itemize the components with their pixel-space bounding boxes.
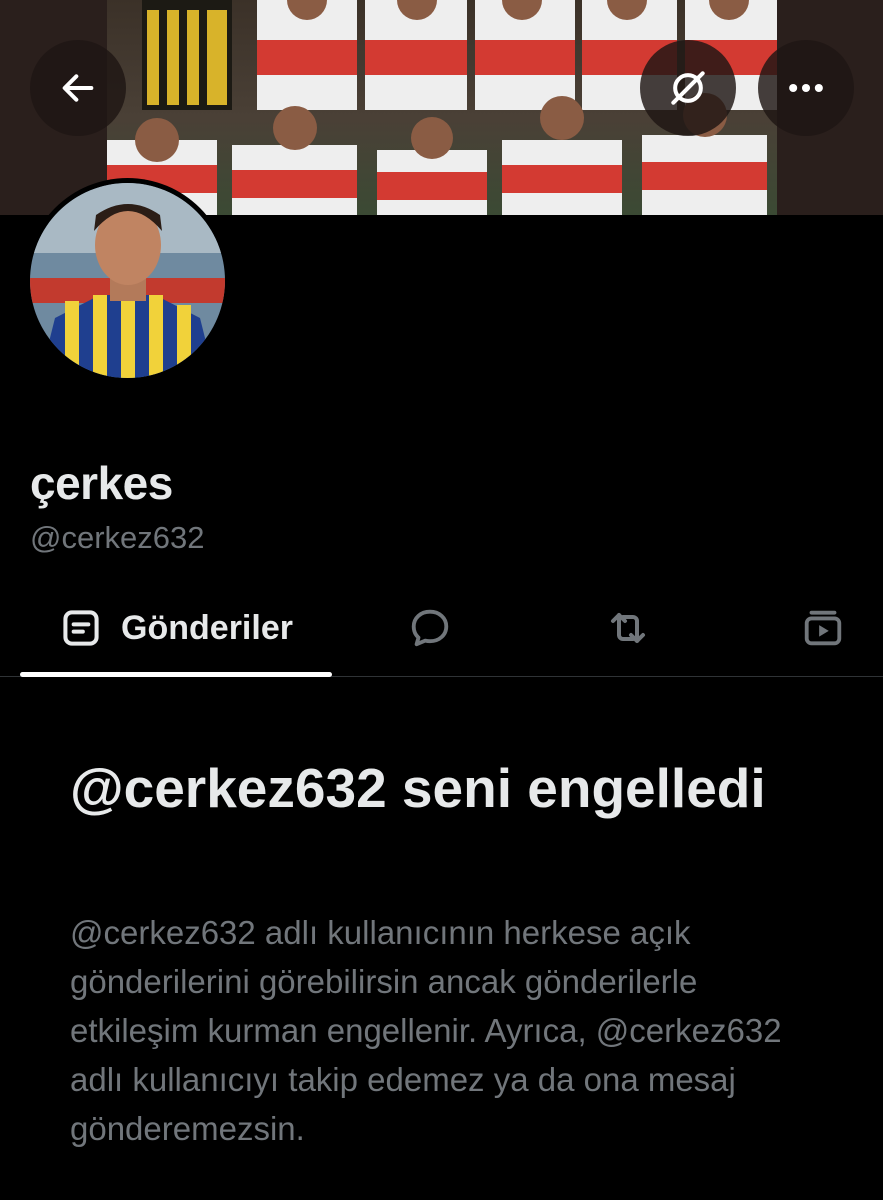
media-play-icon [804,610,842,646]
back-button[interactable] [30,40,126,136]
avatar[interactable] [25,178,230,383]
posts-icon [63,610,99,646]
repost-icon [611,613,645,643]
tab-media[interactable] [783,580,863,676]
user-handle: @cerkez632 [30,520,205,555]
tab-posts-label: Gönderiler [121,608,293,647]
more-button[interactable] [758,40,854,136]
grok-button[interactable] [640,40,736,136]
reply-bubble-icon [411,609,449,647]
blocked-title: @cerkez632 seni engelledi [70,757,766,819]
grok-icon [671,71,705,105]
blocked-description: @cerkez632 adlı kullanıcının herkese açı… [70,914,782,1147]
tab-posts[interactable]: Gönderiler [20,580,332,677]
tab-selected-indicator [20,672,332,677]
profile-tabs: Gönderiler [0,580,883,677]
tab-replies[interactable] [390,580,470,676]
more-horizontal-icon [789,83,823,93]
arrow-left-icon [62,74,94,102]
tab-reposts[interactable] [588,580,668,676]
display-name: çerkes [30,457,173,509]
